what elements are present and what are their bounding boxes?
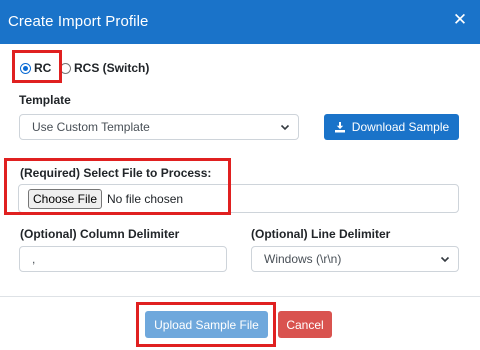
highlight-box-upload (136, 302, 276, 347)
line-delimiter-value: Windows (\r\n) (264, 252, 342, 266)
dialog-header: Create Import Profile ✕ (0, 0, 480, 44)
download-sample-button[interactable]: Download Sample (324, 114, 459, 140)
download-sample-label: Download Sample (351, 120, 450, 134)
close-icon[interactable]: ✕ (452, 11, 468, 29)
download-icon (334, 122, 345, 133)
column-delimiter-label: (Optional) Column Delimiter (20, 227, 180, 241)
highlight-box-file (4, 158, 231, 215)
column-delimiter-input[interactable]: , (19, 246, 227, 272)
template-label: Template (19, 93, 71, 107)
chevron-down-icon (440, 256, 450, 263)
radio-rcs-label: RCS (Switch) (74, 61, 150, 75)
cancel-button[interactable]: Cancel (278, 311, 332, 338)
radio-option-rcs[interactable]: RCS (Switch) (60, 58, 149, 78)
line-delimiter-select[interactable]: Windows (\r\n) (251, 246, 459, 272)
column-delimiter-value: , (32, 252, 36, 266)
line-delimiter-label: (Optional) Line Delimiter (251, 227, 391, 241)
footer-divider (0, 296, 480, 297)
template-select[interactable]: Use Custom Template (19, 114, 299, 140)
template-select-value: Use Custom Template (32, 120, 150, 134)
highlight-box-rc (12, 50, 62, 83)
dialog-title: Create Import Profile (8, 13, 149, 30)
chevron-down-icon (280, 124, 290, 131)
